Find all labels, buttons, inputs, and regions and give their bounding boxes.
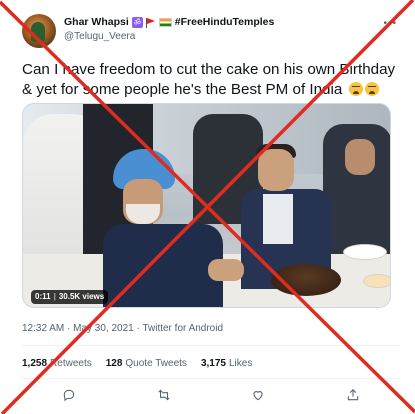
quote-tweets-stat[interactable]: 128 Quote Tweets bbox=[106, 358, 187, 369]
cake bbox=[271, 264, 341, 296]
retweets-stat[interactable]: 1,258 Retweets bbox=[22, 358, 92, 369]
reply-icon bbox=[64, 389, 75, 402]
avatar[interactable] bbox=[22, 14, 56, 48]
author-handle[interactable]: @Telugu_Veera bbox=[64, 31, 135, 42]
tweet-actions-bar bbox=[22, 384, 400, 406]
author-display-name[interactable]: Ghar Whapsi bbox=[64, 16, 129, 28]
tweet-text-body: Can I have freedom to cut the cake on hi… bbox=[22, 61, 396, 98]
share-button[interactable] bbox=[342, 384, 364, 406]
like-icon bbox=[253, 391, 263, 401]
like-button[interactable] bbox=[247, 384, 269, 406]
video-views-badge: 0:11 | 30.5K views bbox=[31, 290, 109, 304]
tweet-timestamp[interactable]: 12:32 AM · May 30, 2021 · Twitter for An… bbox=[22, 323, 223, 334]
divider bbox=[22, 378, 400, 379]
author-name-hashtag: #FreeHinduTemples bbox=[174, 16, 275, 28]
tweet-stats: 1,258 Retweets 128 Quote Tweets 3,175 Likes bbox=[22, 358, 252, 369]
likes-stat[interactable]: 3,175 Likes bbox=[201, 358, 252, 369]
more-options-icon[interactable]: ••• bbox=[383, 18, 397, 29]
tweet-card: Ghar Whapsi ॐ #FreeHinduTemples @Telugu_… bbox=[0, 0, 415, 414]
video-views: 30.5K views bbox=[58, 292, 105, 301]
india-flag-emoji-icon bbox=[158, 17, 172, 27]
tired-face-emoji-icon bbox=[364, 82, 379, 96]
tweet-text: Can I have freedom to cut the cake on hi… bbox=[22, 60, 402, 100]
video-duration: 0:11 bbox=[35, 292, 51, 301]
video-player[interactable]: 0:11 | 30.5K views bbox=[22, 103, 391, 308]
red-flag-emoji-icon bbox=[145, 17, 156, 28]
author-name-row[interactable]: Ghar Whapsi ॐ #FreeHinduTemples bbox=[64, 16, 274, 28]
retweet-button[interactable] bbox=[153, 384, 175, 406]
om-emoji-icon: ॐ bbox=[131, 16, 143, 28]
tweet-header: Ghar Whapsi ॐ #FreeHinduTemples @Telugu_… bbox=[22, 12, 407, 48]
retweet-icon bbox=[158, 389, 170, 401]
tired-face-emoji-icon bbox=[348, 82, 363, 96]
share-icon bbox=[347, 389, 358, 401]
divider bbox=[22, 345, 400, 346]
reply-button[interactable] bbox=[58, 384, 80, 406]
